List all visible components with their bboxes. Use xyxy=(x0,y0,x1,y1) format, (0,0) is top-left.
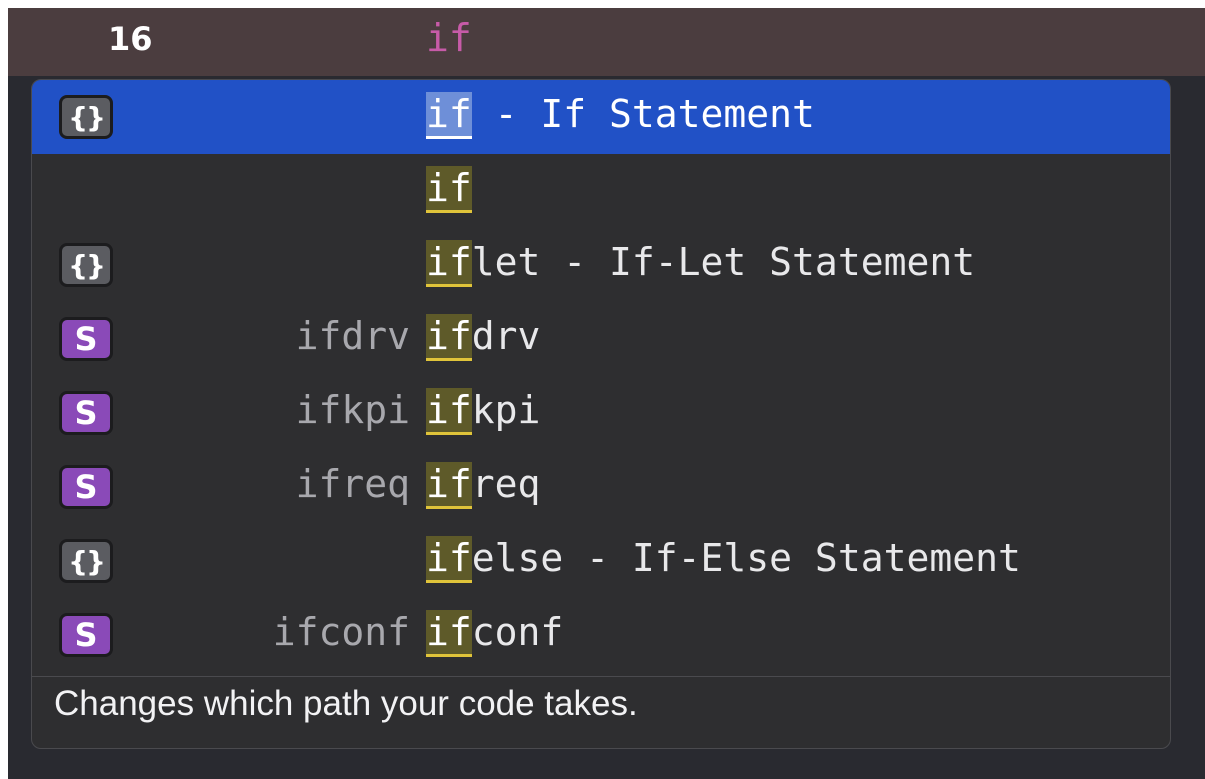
completion-text: if - If Statement xyxy=(426,92,815,139)
struct-s-icon: S xyxy=(59,465,113,509)
completion-rest-text: let - If-Let Statement xyxy=(471,240,976,284)
struct-s-icon: S xyxy=(59,317,113,361)
completion-text: ifkpi xyxy=(426,388,541,435)
completion-item[interactable]: Sifconf ifconf xyxy=(32,598,1170,672)
completion-type-hint: ifreq xyxy=(295,462,410,506)
snippet-braces-icon: {} xyxy=(59,539,113,583)
completion-match-highlight: if xyxy=(426,388,472,435)
completion-text: iflet - If-Let Statement xyxy=(426,240,976,287)
completion-match-highlight: if xyxy=(426,536,472,583)
xcode-editor-window: 16 if } } {}if - If Statementif{}iflet -… xyxy=(0,0,1205,779)
completion-match-highlight: if xyxy=(426,610,472,657)
completion-match-highlight: if xyxy=(426,92,472,139)
completion-type-hint: ifconf xyxy=(272,610,410,654)
completion-rest-text: - If Statement xyxy=(471,92,815,136)
code-keyword[interactable]: if xyxy=(426,16,472,60)
completion-match-highlight: if xyxy=(426,314,472,361)
struct-s-icon: S xyxy=(59,613,113,657)
completion-item[interactable]: {} iflet - If-Let Statement xyxy=(32,228,1170,302)
completion-match-highlight: if xyxy=(426,462,472,509)
completion-match-highlight: if xyxy=(426,240,472,287)
struct-s-icon: S xyxy=(59,391,113,435)
completion-text: ifreq xyxy=(426,462,541,509)
completion-item[interactable]: if xyxy=(32,154,1170,228)
completion-rest-text: drv xyxy=(471,314,541,358)
completion-description: Changes which path your code takes. xyxy=(54,684,638,723)
completion-item[interactable]: {} ifelse - If-Else Statement xyxy=(32,524,1170,598)
completion-text: ifelse - If-Else Statement xyxy=(426,536,1021,583)
completion-text: ifconf xyxy=(426,610,564,657)
completion-match-highlight: if xyxy=(426,166,472,213)
code-completion-popup: {} if - If Statement if{} iflet - If-Let St… xyxy=(31,79,1171,749)
completion-item[interactable]: {} if - If Statement xyxy=(32,80,1170,154)
snippet-braces-icon: {} xyxy=(59,95,113,139)
completion-rest-text: else - If-Else Statement xyxy=(471,536,1021,580)
snippet-braces-icon: {} xyxy=(59,243,113,287)
completion-rest-text: req xyxy=(471,462,541,506)
completion-item[interactable]: Sifkpi ifkpi xyxy=(32,376,1170,450)
popup-divider xyxy=(32,676,1170,677)
completion-item[interactable]: Sifdrv ifdrv xyxy=(32,302,1170,376)
completion-item[interactable]: Sifreq ifreq xyxy=(32,450,1170,524)
completion-type-hint: ifkpi xyxy=(295,388,410,432)
completion-text: if xyxy=(426,166,472,213)
line-number: 16 xyxy=(108,20,153,58)
current-line-highlight: 16 if xyxy=(8,8,1205,76)
completion-rest-text: kpi xyxy=(471,388,541,432)
completion-rest-text: conf xyxy=(471,610,564,654)
completion-text: ifdrv xyxy=(426,314,541,361)
completion-type-hint: ifdrv xyxy=(295,314,410,358)
